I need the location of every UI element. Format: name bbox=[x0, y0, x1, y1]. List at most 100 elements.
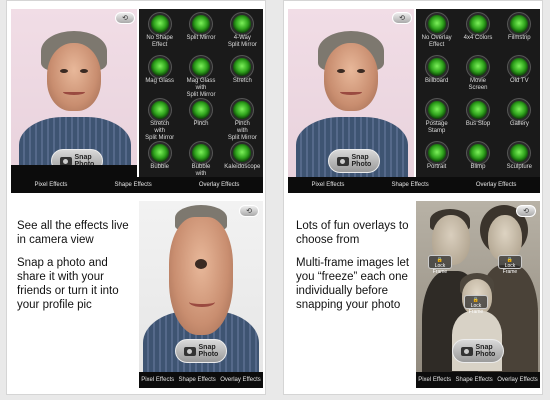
effect-option[interactable]: Postage Stamp bbox=[416, 101, 457, 135]
effect-option[interactable]: Filmstrip bbox=[499, 15, 540, 42]
right-captions: Lots of fun overlays to choose from Mult… bbox=[296, 219, 414, 321]
camera-icon bbox=[183, 346, 196, 356]
tab-pixel-effects[interactable]: Pixel Effects bbox=[35, 182, 68, 188]
flip-camera-button-2[interactable]: ⟲ bbox=[516, 205, 536, 217]
effect-option[interactable]: Old TV bbox=[499, 58, 540, 85]
caption-overlays: Lots of fun overlays to choose from bbox=[296, 220, 409, 246]
green-knob-icon bbox=[510, 15, 529, 33]
effect-option[interactable]: Mag Glass bbox=[139, 58, 180, 85]
effect-label: 4-Way Split Mirror bbox=[227, 35, 257, 48]
left-screenshot-card: Snap Photo No Shape Effect Split Mirror 4-… bbox=[6, 0, 266, 395]
green-knob-icon bbox=[510, 144, 529, 162]
snap-photo-button[interactable]: Snap Photo bbox=[328, 149, 380, 173]
lock-frame-button-2[interactable]: 🔒 Lock Frame bbox=[498, 255, 522, 275]
effect-option[interactable]: Kaleidoscope bbox=[222, 144, 263, 171]
effect-option[interactable]: No Overlay Effect bbox=[416, 15, 457, 49]
tab-overlay-effects[interactable]: Overlay Effects bbox=[220, 377, 261, 383]
green-knob-icon bbox=[510, 58, 529, 76]
effect-label: No Overlay Effect bbox=[421, 35, 452, 48]
green-knob-icon bbox=[510, 101, 529, 119]
snap-photo-label: Snap Photo bbox=[475, 344, 496, 358]
effect-label: Bubble bbox=[150, 164, 169, 170]
green-knob-icon bbox=[468, 144, 487, 162]
snap-photo-button-2[interactable]: Snap Photo bbox=[175, 339, 227, 363]
effect-label: Movie Screen bbox=[468, 78, 488, 91]
green-knob-icon bbox=[191, 101, 210, 119]
effect-option[interactable]: Sculpture bbox=[499, 144, 540, 171]
app-store-screenshots: Snap Photo No Shape Effect Split Mirror 4-… bbox=[0, 0, 550, 400]
green-knob-icon bbox=[233, 58, 252, 76]
flip-camera-icon: ⟲ bbox=[122, 15, 128, 22]
effect-option[interactable]: Stretch with Split Mirror bbox=[139, 101, 180, 142]
overlay-effects-panel: No Overlay Effect 4x4 Colors Filmstrip Bill… bbox=[416, 9, 540, 181]
effect-label: 4x4 Colors bbox=[463, 35, 493, 41]
effect-option[interactable]: No Shape Effect bbox=[139, 15, 180, 49]
effect-label: Billboard bbox=[424, 78, 449, 84]
tab-shape-effects[interactable]: Shape Effects bbox=[392, 182, 429, 188]
green-knob-icon bbox=[191, 58, 210, 76]
effect-option[interactable]: Stretch bbox=[222, 58, 263, 85]
tab-overlay-effects[interactable]: Overlay Effects bbox=[476, 182, 517, 188]
flip-camera-icon: ⟲ bbox=[523, 208, 529, 215]
effect-label: Pinch bbox=[193, 121, 209, 127]
effect-option[interactable]: Portrait bbox=[416, 144, 457, 171]
effect-option[interactable]: Split Mirror bbox=[180, 15, 221, 42]
green-knob-icon bbox=[427, 15, 446, 33]
effect-option[interactable]: Pinch with Split Mirror bbox=[222, 101, 263, 142]
green-knob-icon bbox=[191, 144, 210, 162]
effect-option[interactable]: Bubble with Split Mirror bbox=[180, 144, 221, 181]
effects-tab-bar-2: Pixel Effects Shape Effects Overlay Effe… bbox=[416, 372, 540, 388]
flip-camera-icon: ⟲ bbox=[399, 15, 405, 22]
tab-bar: Pixel Effects Shape Effects Overlay Effe… bbox=[288, 177, 540, 193]
left-captions: See all the effects live in camera view … bbox=[17, 219, 137, 321]
effect-label: Pinch with Split Mirror bbox=[227, 121, 257, 141]
snap-photo-label: Snap Photo bbox=[351, 154, 372, 168]
effect-label: Blimp bbox=[470, 164, 486, 170]
tab-pixel-effects[interactable]: Pixel Effects bbox=[312, 182, 345, 188]
effect-label: Stretch bbox=[232, 78, 252, 84]
effect-label: Bus Stop bbox=[465, 121, 491, 127]
effect-option[interactable]: Billboard bbox=[416, 58, 457, 85]
lock-frame-label: Lock Frame bbox=[468, 303, 484, 315]
effect-option[interactable]: Mag Glass with Split Mirror bbox=[180, 58, 221, 99]
effect-option[interactable]: Gallery bbox=[499, 101, 540, 128]
effect-option[interactable]: 4x4 Colors bbox=[457, 15, 498, 42]
effect-option[interactable]: Pinch bbox=[180, 101, 221, 128]
effect-option[interactable]: Bubble bbox=[139, 144, 180, 171]
effect-option[interactable]: Movie Screen bbox=[457, 58, 498, 92]
green-knob-icon bbox=[427, 58, 446, 76]
tab-shape-effects[interactable]: Shape Effects bbox=[456, 377, 493, 383]
tab-pixel-effects[interactable]: Pixel Effects bbox=[141, 377, 174, 383]
lock-frame-button-3[interactable]: 🔒 Lock Frame bbox=[464, 295, 488, 315]
tab-overlay-effects[interactable]: Overlay Effects bbox=[199, 182, 240, 188]
tab-shape-effects[interactable]: Shape Effects bbox=[179, 377, 216, 383]
shape-effects-panel: No Shape Effect Split Mirror 4-Way Split M… bbox=[139, 9, 263, 181]
green-knob-icon bbox=[233, 101, 252, 119]
tab-shape-effects[interactable]: Shape Effects bbox=[115, 182, 152, 188]
green-knob-icon bbox=[427, 101, 446, 119]
effect-label: Mag Glass with Split Mirror bbox=[186, 78, 216, 98]
flip-camera-button[interactable]: ⟲ bbox=[392, 12, 412, 24]
green-knob-icon bbox=[468, 58, 487, 76]
snap-photo-button-2[interactable]: Snap Photo bbox=[452, 339, 504, 363]
effect-option[interactable]: 4-Way Split Mirror bbox=[222, 15, 263, 49]
green-knob-icon bbox=[150, 58, 169, 76]
caption-live-view: See all the effects live in camera view bbox=[17, 220, 129, 246]
effects-tab-bar-2: Pixel Effects Shape Effects Overlay Effe… bbox=[139, 372, 263, 388]
green-knob-icon bbox=[150, 101, 169, 119]
flip-camera-button[interactable]: ⟲ bbox=[115, 12, 135, 24]
effect-label: Stretch with Split Mirror bbox=[145, 121, 175, 141]
green-knob-icon bbox=[233, 144, 252, 162]
lock-frame-button[interactable]: 🔒 Lock Frame bbox=[428, 255, 452, 275]
effect-option[interactable]: Bus Stop bbox=[457, 101, 498, 128]
effect-label: Old TV bbox=[510, 78, 529, 84]
tab-pixel-effects[interactable]: Pixel Effects bbox=[418, 377, 451, 383]
effect-option[interactable]: Blimp bbox=[457, 144, 498, 171]
green-knob-icon bbox=[427, 144, 446, 162]
camera-icon bbox=[336, 156, 349, 166]
green-knob-icon bbox=[468, 15, 487, 33]
tab-overlay-effects[interactable]: Overlay Effects bbox=[497, 377, 538, 383]
flip-camera-button-2[interactable]: ⟲ bbox=[239, 205, 259, 217]
effect-label: Kaleidoscope bbox=[224, 164, 261, 170]
green-knob-icon bbox=[191, 15, 210, 33]
